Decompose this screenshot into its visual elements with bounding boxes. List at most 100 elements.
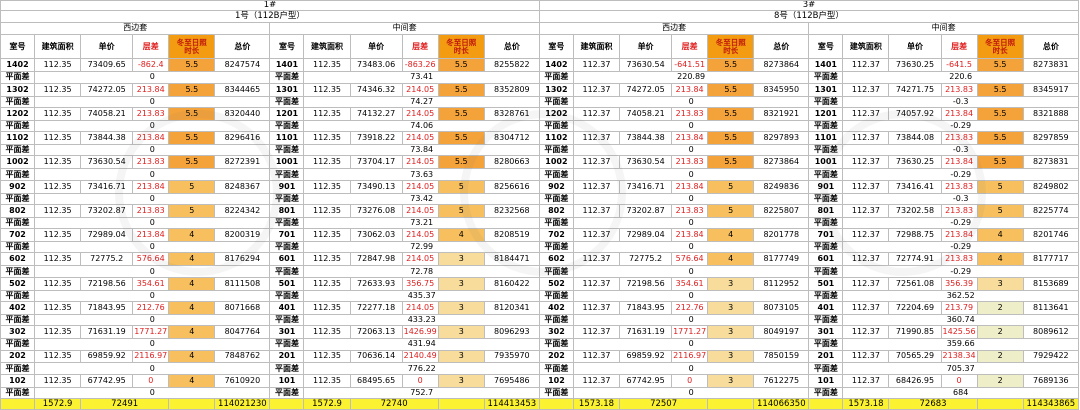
cell-diff: 213.79 [940, 301, 978, 315]
flat-diff-value: 0 [572, 289, 810, 303]
cell-price: 73416.41 [888, 179, 942, 194]
flat-diff-label: 平面差 [269, 71, 305, 84]
flat-diff-label: 平面差 [0, 289, 36, 303]
flat-diff-label: 平面差 [538, 338, 574, 351]
cell-price: 71631.19 [619, 325, 673, 340]
cell-sun: 4 [437, 228, 485, 243]
cell-diff: 0 [671, 373, 709, 388]
flat-diff-value: 431.94 [303, 338, 540, 351]
table-row: 1402 112.35 73409.65 -862.4 5.5 8247574 1401 11… [0, 58, 1080, 73]
flat-diff-value: 0 [572, 386, 810, 400]
cell-room: 902 [538, 179, 574, 194]
cell-room: 1201 [808, 106, 844, 121]
header-price: 单价 [80, 34, 134, 60]
cell-price: 73630.54 [619, 155, 673, 170]
cell-total: 7929422 [1022, 349, 1080, 364]
flat-diff-label: 平面差 [0, 71, 36, 84]
cell-price: 71631.19 [80, 325, 134, 340]
cell-area: 112.35 [303, 349, 351, 364]
flat-diff-label: 平面差 [808, 144, 844, 157]
cell-area: 112.37 [842, 106, 890, 121]
flat-diff-label: 平面差 [538, 241, 574, 254]
cell-room: 302 [0, 325, 36, 340]
cell-room: 302 [538, 325, 574, 340]
cell-area: 112.35 [34, 82, 82, 97]
flat-diff-value: -0.29 [842, 216, 1079, 230]
cell-total: 7610920 [214, 373, 271, 388]
cell-total: 8160422 [483, 276, 540, 291]
cell-total: 8296416 [214, 131, 271, 146]
cell-area: 112.35 [34, 203, 82, 218]
flat-diff-label: 平面差 [808, 192, 844, 205]
flat-diff-value: 684 [842, 386, 1079, 400]
flat-diff-value: 0 [34, 71, 271, 84]
flat-diff-value: 73.21 [303, 216, 540, 230]
cell-price: 72775.2 [619, 252, 673, 267]
cell-area: 112.35 [303, 228, 351, 243]
flat-diff-value: 359.66 [842, 338, 1079, 351]
cell-total: 8297893 [753, 131, 810, 146]
cell-sun: 5.5 [707, 82, 755, 97]
cell-total: 8320440 [214, 106, 271, 121]
cell-price: 72198.56 [619, 276, 673, 291]
cell-area: 112.37 [842, 252, 890, 267]
cell-room: 402 [538, 301, 574, 315]
cell-total: 8112952 [753, 276, 810, 291]
cell-diff: 1425.56 [940, 325, 978, 340]
flat-diff-label: 平面差 [0, 216, 36, 230]
cell-total: 8047764 [214, 325, 271, 340]
flat-diff-value: 0 [34, 241, 271, 254]
cell-diff: 213.84 [671, 131, 709, 146]
cell-sun: 5.5 [976, 82, 1024, 97]
flat-diff-value: 0 [572, 144, 810, 157]
table-row: 702 112.35 72989.04 213.84 4 8200319 701 112.35… [0, 228, 1080, 243]
cell-price: 73630.54 [619, 58, 673, 73]
total-blank [808, 398, 844, 410]
cell-room: 102 [538, 373, 574, 388]
cell-area: 112.37 [842, 203, 890, 218]
cell-price: 73490.13 [349, 179, 403, 194]
flat-diff-label: 平面差 [0, 192, 36, 205]
cell-price: 68426.95 [888, 373, 942, 388]
cell-total: 8280663 [483, 155, 540, 170]
cell-diff: 213.83 [940, 203, 978, 218]
building-subtitle: 1号（112B户型） [0, 10, 540, 23]
cell-diff: 214.05 [401, 106, 439, 121]
flat-diff-value: 0 [572, 265, 810, 278]
cell-room: 601 [808, 252, 844, 267]
cell-room: 101 [808, 373, 844, 388]
flat-diff-label: 平面差 [538, 144, 574, 157]
flat-diff-value: 0 [572, 119, 810, 133]
cell-total: 7689136 [1022, 373, 1080, 388]
flat-diff-label: 平面差 [269, 95, 305, 108]
total-area: 1572.9 [303, 398, 351, 410]
flat-diff-label: 平面差 [538, 95, 574, 108]
flat-diff-value: 0 [34, 386, 271, 400]
cell-diff: 213.84 [132, 82, 170, 97]
total-blank [168, 398, 216, 410]
cell-price: 74058.21 [80, 106, 134, 121]
cell-room: 1102 [0, 131, 36, 146]
flat-diff-label: 平面差 [538, 119, 574, 133]
header-sun: 冬至日照 时长 [707, 34, 755, 60]
cell-area: 112.37 [572, 82, 621, 97]
cell-diff: 213.83 [132, 155, 170, 170]
price-sheet: 1# 3# 1号（112B户型） 8号（112B户型） 西边套 中间套 西边套 中间套 室号 建筑… [0, 0, 1080, 410]
cell-price: 72561.08 [888, 276, 942, 291]
cell-total: 8352809 [483, 82, 540, 97]
cell-area: 112.37 [572, 203, 621, 218]
cell-room: 802 [0, 203, 36, 218]
cell-room: 1402 [538, 58, 574, 73]
cell-total: 8071668 [214, 301, 271, 315]
table-row: 1102 112.35 73844.38 213.84 5.5 8296416 1101 11… [0, 131, 1080, 146]
cell-price: 74057.92 [888, 106, 942, 121]
header-area: 建筑面积 [572, 34, 621, 60]
flat-diff-value: 0 [34, 362, 271, 375]
cell-room: 1001 [269, 155, 305, 170]
cell-sun: 2 [976, 373, 1024, 388]
flat-diff-row: 平面差 0 平面差 74.27 平面差 0 平面差 -0.3 [0, 95, 1079, 108]
cell-diff: -862.4 [132, 58, 170, 73]
cell-diff: 213.84 [940, 155, 978, 170]
header-sun-line2: 时长 [453, 45, 469, 55]
flat-diff-label: 平面差 [538, 386, 574, 400]
